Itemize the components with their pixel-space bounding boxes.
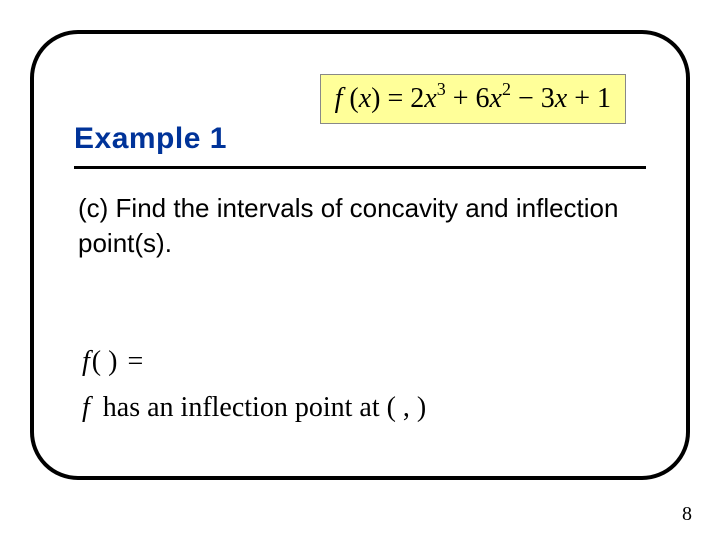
header-row: Example 1 f (x) = 2x3 + 6x2 − 3x + 1 (74, 74, 646, 164)
math-lines: f( )= f has an inflection point at ( , ) (82, 346, 426, 424)
math-line-inflection: f has an inflection point at ( , ) (82, 392, 426, 424)
math-f2: f (82, 392, 96, 423)
page-number: 8 (682, 503, 692, 526)
example-title: Example 1 (74, 122, 227, 156)
title-underline (74, 166, 646, 169)
equation-box: f (x) = 2x3 + 6x2 − 3x + 1 (320, 74, 626, 124)
math-f: f (82, 346, 90, 377)
math-inflection-text: has an inflection point at ( , ) (96, 392, 426, 423)
math-line-fvalue: f( )= (82, 346, 426, 378)
math-paren: ( ) (90, 346, 126, 377)
equation-text: f (x) = 2x3 + 6x2 − 3x + 1 (335, 83, 611, 114)
slide-card: Example 1 f (x) = 2x3 + 6x2 − 3x + 1 (c)… (30, 30, 690, 480)
question-prompt: (c) Find the intervals of concavity and … (78, 191, 638, 261)
math-eq: = (125, 346, 143, 377)
